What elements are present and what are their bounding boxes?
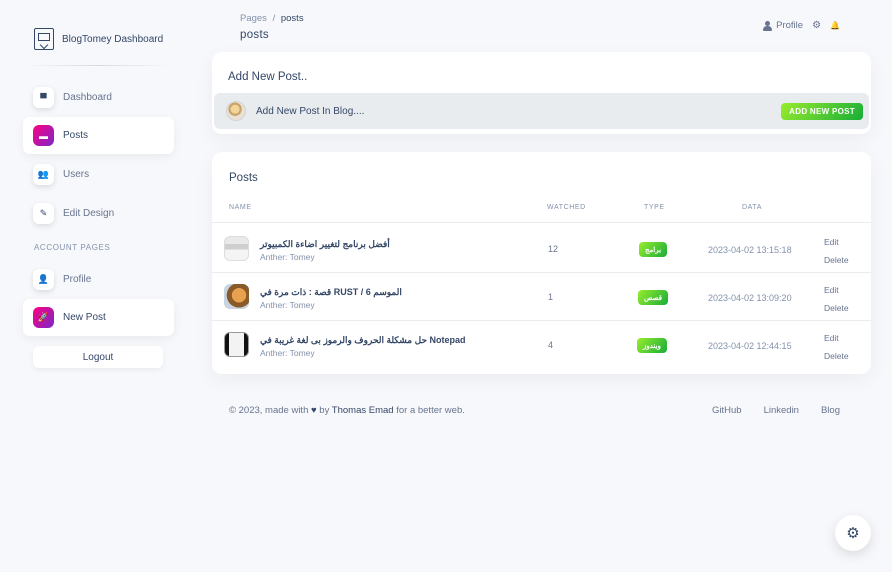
- post-author: Anther: Tomey: [260, 300, 315, 310]
- sidebar-item-label: Profile: [63, 274, 92, 285]
- profile-label: Profile: [776, 20, 804, 31]
- table-row: حل مشكلة الحروف والرموز بى لغة غريبة في …: [212, 320, 871, 368]
- footer-prefix: © 2023, made with: [229, 405, 309, 416]
- configurator-gear-button[interactable]: ⚙: [835, 515, 871, 551]
- posts-title: Posts: [229, 172, 258, 184]
- sidebar-item-users[interactable]: 👥 Users: [23, 156, 174, 193]
- rocket-icon: 🚀: [33, 307, 54, 328]
- sidebar-item-profile[interactable]: 👤 Profile: [23, 261, 174, 298]
- table-row: أفضل برنامج لتغيير اضاءة الكمبيوتر Anthe…: [212, 224, 871, 272]
- post-watched: 12: [548, 244, 559, 254]
- top-navbar-actions: Profile ⚙ 🔔: [763, 20, 840, 31]
- avatar: [226, 101, 246, 121]
- table-row: قصة : ذات مرة في RUST / الموسم 6 Anther:…: [212, 272, 871, 320]
- gear-icon: ⚙: [846, 525, 860, 542]
- delete-link[interactable]: Delete: [824, 255, 849, 265]
- footer-suffix: for a better web.: [396, 405, 465, 416]
- sidebar-item-dashboard[interactable]: ▀ Dashboard: [23, 79, 174, 116]
- post-thumbnail: [224, 332, 249, 357]
- sidebar-item-label: Posts: [63, 130, 89, 141]
- post-watched: 4: [548, 340, 554, 350]
- users-icon: 👥: [33, 164, 54, 185]
- sidebar-item-edit-design[interactable]: ✎ Edit Design: [23, 195, 174, 232]
- card-icon: ▬: [33, 125, 54, 146]
- column-header-type: TYPE: [644, 204, 665, 211]
- column-header-watched: WATCHED: [547, 204, 586, 211]
- add-post-text: Add New Post In Blog....: [256, 105, 365, 117]
- brand-name: BlogTomey Dashboard: [62, 33, 164, 45]
- profile-link[interactable]: Profile: [763, 20, 803, 31]
- table-divider: [212, 222, 871, 223]
- gear-icon[interactable]: ⚙: [812, 20, 821, 31]
- sidebar-divider: [22, 65, 172, 66]
- post-type-badge: ويندوز: [637, 338, 667, 353]
- footer-links: GitHub Linkedin Blog: [712, 405, 840, 416]
- post-title: أفضل برنامج لتغيير اضاءة الكمبيوتر: [260, 239, 390, 249]
- heart-icon: ♥: [311, 405, 317, 416]
- post-date: 2023-04-02 13:09:20: [708, 293, 792, 303]
- sidebar-item-label: New Post: [63, 312, 106, 323]
- post-thumbnail: [224, 236, 249, 261]
- footer-link-blog[interactable]: Blog: [821, 405, 840, 416]
- brand[interactable]: BlogTomey Dashboard: [34, 28, 163, 50]
- edit-link[interactable]: Edit: [824, 237, 839, 247]
- bell-icon[interactable]: 🔔: [830, 21, 840, 30]
- posts-card: Posts NAME WATCHED TYPE DATA أفضل برنامج…: [212, 152, 871, 374]
- footer-credits: © 2023, made with ♥ by Thomas Emad for a…: [229, 405, 465, 416]
- account-pages-heading: ACCOUNT PAGES: [34, 243, 111, 252]
- breadcrumb-parent[interactable]: Pages: [240, 13, 267, 24]
- post-type-badge: برامج: [639, 242, 668, 257]
- footer-author-link[interactable]: Thomas Emad: [332, 405, 394, 416]
- post-author: Anther: Tomey: [260, 348, 315, 358]
- edit-link[interactable]: Edit: [824, 285, 839, 295]
- sidebar-item-new-post[interactable]: 🚀 New Post: [23, 299, 174, 336]
- footer-by: by: [319, 405, 330, 416]
- sidebar-item-label: Users: [63, 169, 90, 180]
- user-icon: [763, 20, 773, 31]
- person-icon: 👤: [33, 269, 54, 290]
- add-post-title: Add New Post..: [228, 71, 308, 83]
- column-header-name: NAME: [229, 204, 252, 211]
- breadcrumb-current: posts: [280, 13, 304, 24]
- delete-link[interactable]: Delete: [824, 303, 849, 313]
- page-title: posts: [240, 29, 269, 41]
- footer-link-github[interactable]: GitHub: [712, 405, 742, 416]
- shop-icon: ▀: [33, 87, 54, 108]
- post-thumbnail: [224, 284, 249, 309]
- add-post-card: Add New Post.. Add New Post In Blog.... …: [212, 52, 871, 134]
- post-watched: 1: [548, 292, 554, 302]
- post-author: Anther: Tomey: [260, 252, 315, 262]
- sidebar-item-label: Edit Design: [63, 208, 115, 219]
- post-title: قصة : ذات مرة في RUST / الموسم 6: [260, 287, 402, 297]
- footer-link-linkedin[interactable]: Linkedin: [764, 405, 799, 416]
- breadcrumb-separator: /: [272, 13, 276, 24]
- add-post-row: Add New Post In Blog.... ADD NEW POST: [214, 93, 869, 129]
- delete-link[interactable]: Delete: [824, 351, 849, 361]
- sidebar: BlogTomey Dashboard ▀ Dashboard ▬ Posts …: [0, 0, 196, 572]
- add-new-post-button[interactable]: ADD NEW POST: [781, 103, 863, 120]
- sidebar-item-label: Dashboard: [63, 92, 112, 103]
- post-date: 2023-04-02 13:15:18: [708, 245, 792, 255]
- post-title: حل مشكلة الحروف والرموز بى لغة غريبة في …: [260, 335, 466, 345]
- edit-icon: ✎: [33, 203, 54, 224]
- column-header-data: DATA: [742, 204, 763, 211]
- edit-link[interactable]: Edit: [824, 333, 839, 343]
- breadcrumb: Pages / posts: [240, 13, 304, 24]
- logout-button[interactable]: Logout: [33, 346, 163, 368]
- post-type-badge: قصص: [638, 290, 668, 305]
- dashboard-logo-icon: [34, 28, 54, 50]
- post-date: 2023-04-02 12:44:15: [708, 341, 792, 351]
- sidebar-item-posts[interactable]: ▬ Posts: [23, 117, 174, 154]
